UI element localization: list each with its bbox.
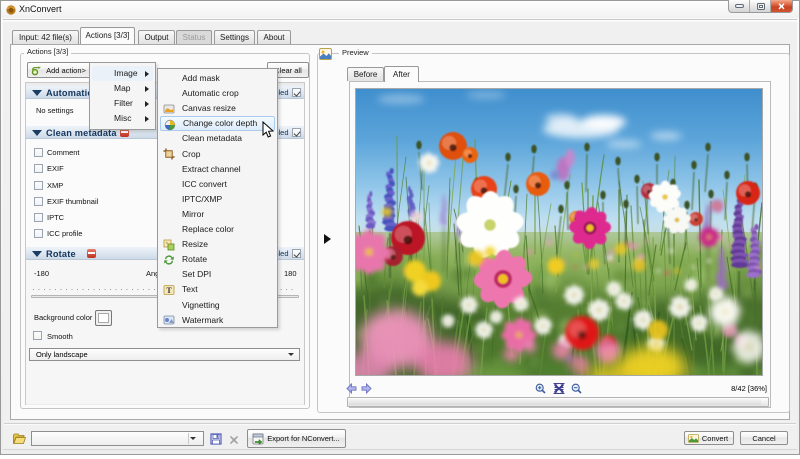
svg-text:T: T [166, 286, 172, 295]
